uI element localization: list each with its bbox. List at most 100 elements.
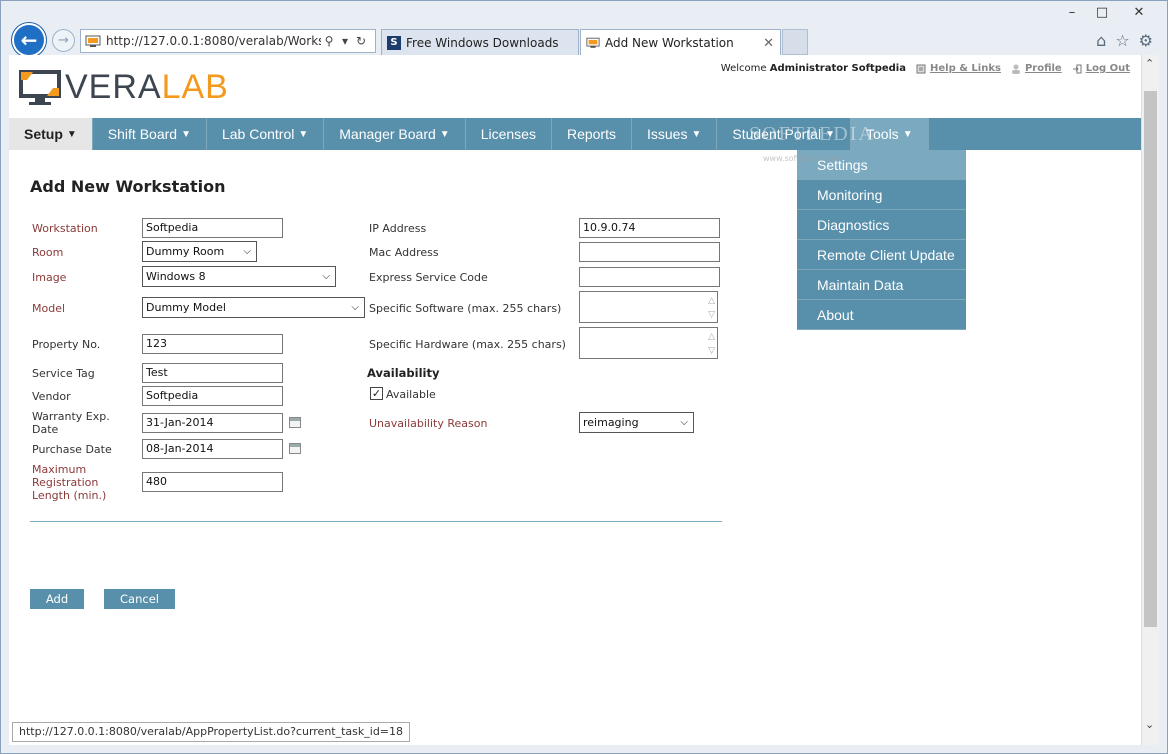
caret-down-icon: ▼ [691,128,702,140]
new-tab-button[interactable] [782,29,808,55]
logout-link[interactable]: Log Out [1072,63,1130,74]
caret-down-icon: ▼ [902,128,913,140]
vertical-scrollbar[interactable]: ⌃ ⌄ [1141,55,1159,745]
maximize-icon[interactable]: □ [1087,3,1117,21]
purchase-date-label: Purchase Date [32,443,112,456]
textarea-scroll-arrows-icon: △ ▽ [708,296,715,320]
tools-menu-maintain-data[interactable]: Maintain Data [797,270,966,300]
menu-issues[interactable]: Issues ▼ [632,118,718,150]
ip-address-input[interactable]: 10.9.0.74 [579,218,720,238]
profile-link[interactable]: Profile [1011,63,1062,74]
room-select[interactable]: Dummy Room ⌵ [142,241,257,262]
help-links-label: Help & Links [929,63,1001,74]
document-icon [916,64,926,73]
tab-add-new-workstation[interactable]: Add New Workstation ✕ [580,29,781,56]
caret-down-icon: ▼ [298,128,309,140]
arrow-left-icon: ← [20,28,38,52]
max-registration-label: Maximum Registration Length (min.) [32,463,106,502]
mac-address-input[interactable] [579,242,720,262]
purchase-date-input[interactable]: 08-Jan-2014 [142,439,283,459]
unavailability-reason-select[interactable]: reimaging ⌵ [579,412,694,433]
image-label: Image [32,271,67,284]
vendor-label: Vendor [32,390,71,403]
menu-licenses[interactable]: Licenses [466,118,552,150]
menu-reports[interactable]: Reports [552,118,632,150]
specific-hardware-textarea[interactable]: △ ▽ [579,327,718,359]
image-select-value: Windows 8 [146,270,206,283]
url-text[interactable]: http://127.0.0.1:8080/veralab/Workstatio… [106,34,321,48]
tools-menu-remote-client-update[interactable]: Remote Client Update [797,240,966,270]
cancel-button[interactable]: Cancel [104,589,175,609]
chevron-down-icon: ⌵ [243,246,251,257]
textarea-scroll-arrows-icon: △ ▽ [708,332,715,356]
menu-lab-control[interactable]: Lab Control ▼ [207,118,325,150]
menu-manager-board[interactable]: Manager Board ▼ [324,118,466,150]
chevron-down-icon: ⌵ [322,271,330,282]
monitor-logo-icon [19,69,61,105]
home-icon[interactable]: ⌂ [1096,31,1106,50]
softpedia-watermark: SOFTPEDIA [749,123,875,145]
softpedia-watermark-url: www.softpedia.com [763,154,842,163]
form-divider [30,521,722,522]
close-tab-icon[interactable]: ✕ [763,36,774,51]
specific-software-textarea[interactable]: △ ▽ [579,291,718,323]
tools-menu-about[interactable]: About [797,300,966,330]
tab-label: Add New Workstation [605,36,734,50]
model-label: Model [32,302,66,315]
minimize-icon[interactable]: – [1057,3,1087,21]
model-select-value: Dummy Model [146,301,226,314]
user-name: Administrator Softpedia [769,63,906,74]
tools-menu-monitoring[interactable]: Monitoring [797,180,966,210]
max-registration-label-line1: Maximum [32,463,87,476]
image-select[interactable]: Windows 8 ⌵ [142,266,336,287]
model-select[interactable]: Dummy Model ⌵ [142,297,365,318]
tab-label: Free Windows Downloads [406,35,559,50]
profile-label: Profile [1024,63,1062,74]
menu-shift-board-label: Shift Board [107,126,178,142]
express-service-code-label: Express Service Code [369,271,488,284]
calendar-icon[interactable] [289,443,301,454]
chevron-down-icon: ⌵ [351,302,359,313]
main-menu: Setup ▼ Shift Board ▼ Lab Control ▼ Manager… [9,118,1141,150]
scroll-down-icon[interactable]: ⌄ [1145,718,1154,731]
express-service-code-input[interactable] [579,267,720,287]
calendar-icon[interactable] [289,417,301,428]
dropdown-arrow-icon[interactable]: ▾ [337,34,353,48]
back-button[interactable]: ← [12,23,46,57]
specific-software-label: Specific Software (max. 255 chars) [369,302,562,315]
room-select-value: Dummy Room [146,245,225,258]
menu-setup[interactable]: Setup ▼ [9,118,93,150]
veralab-logo[interactable]: VERALAB [19,68,229,107]
refresh-icon[interactable]: ↻ [353,34,369,48]
browser-toolbar-icons: ⌂ ☆ ⚙ [1096,31,1153,50]
favorites-star-icon[interactable]: ☆ [1115,31,1129,50]
close-window-icon[interactable]: ✕ [1117,3,1161,21]
user-icon [1011,64,1020,74]
available-checkbox[interactable]: ✓ [370,387,383,400]
property-no-input[interactable]: 123 [142,334,283,354]
welcome-label: Welcome [720,63,767,74]
service-tag-input[interactable]: Test [142,363,283,383]
forward-button[interactable]: → [52,29,75,52]
help-links-link[interactable]: Help & Links [916,63,1001,74]
vendor-input[interactable]: Softpedia [142,386,283,406]
scroll-up-icon[interactable]: ⌃ [1145,57,1154,70]
welcome-text: Welcome Administrator Softpedia [721,63,906,74]
max-registration-label-line2: Registration [32,476,99,489]
search-icon[interactable]: ⚲ [321,34,337,48]
settings-gear-icon[interactable]: ⚙ [1139,31,1153,50]
warranty-label: Warranty Exp. Date [32,410,110,436]
monitor-favicon-icon [85,35,101,47]
scroll-thumb[interactable] [1144,91,1157,627]
workstation-input[interactable]: Softpedia [142,218,283,238]
tab-free-windows-downloads[interactable]: S Free Windows Downloads [381,29,579,55]
room-label: Room [32,246,64,259]
tools-menu-diagnostics[interactable]: Diagnostics [797,210,966,240]
logo-text-vera: VERA [65,68,162,106]
warranty-date-input[interactable]: 31-Jan-2014 [142,413,283,433]
address-bar[interactable]: http://127.0.0.1:8080/veralab/Workstatio… [80,29,376,53]
menu-shift-board[interactable]: Shift Board ▼ [93,118,207,150]
add-button[interactable]: Add [30,589,84,609]
max-registration-input[interactable]: 480 [142,472,283,492]
menu-issues-label: Issues [646,126,688,142]
